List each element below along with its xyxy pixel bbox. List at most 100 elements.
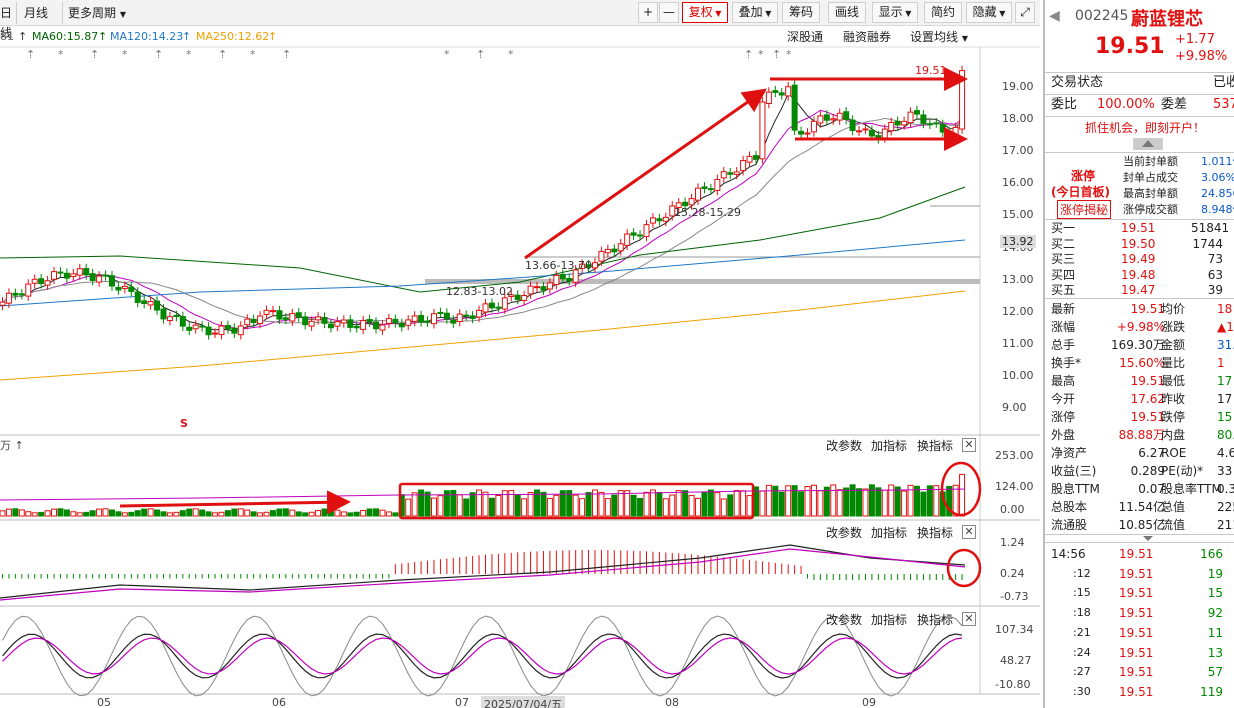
switch-indicator-button[interactable]: 换指标 <box>917 437 953 454</box>
volume-bar <box>836 489 843 517</box>
candle-body <box>205 326 212 336</box>
volume-arrow <box>119 490 351 515</box>
bid-label: 买一 <box>1051 221 1076 235</box>
stat-value: 19.51 <box>1130 410 1165 424</box>
volume-bar <box>199 509 206 517</box>
volume-bar <box>830 484 837 517</box>
collapse-toggle-icon[interactable] <box>1133 138 1163 150</box>
volume-bar <box>540 491 547 517</box>
stat-value: 18 <box>1217 302 1233 316</box>
add-indicator-button[interactable]: 加指标 <box>871 437 907 454</box>
tick-time: :18 <box>1073 606 1091 620</box>
volume-bar <box>482 491 489 517</box>
volume-bar <box>701 491 708 517</box>
tick-price: 19.51 <box>1119 645 1154 660</box>
stock-app: { "toolbar":{ "left":["日线","月线","更多周期"],… <box>0 0 1234 708</box>
volume-bar <box>959 473 966 517</box>
stat-label: 涨跌 <box>1161 320 1186 334</box>
tick-time: :27 <box>1073 665 1091 679</box>
volume-bar <box>714 492 721 517</box>
volume-bar <box>695 497 702 517</box>
volume-bar <box>643 491 650 517</box>
stat-value: 19.51 <box>1130 302 1165 316</box>
candle-body <box>257 315 264 324</box>
volume-bar <box>823 486 830 517</box>
volume-bar <box>57 508 64 517</box>
close-icon[interactable]: ✕ <box>962 525 976 539</box>
volume-bar <box>302 512 309 517</box>
volume-bar <box>778 491 785 517</box>
candle-body <box>0 301 6 306</box>
volume-bar <box>527 492 534 517</box>
candle-body <box>463 314 470 317</box>
stock-name: 蔚蓝锂芯 <box>1131 9 1203 30</box>
candle-body <box>952 126 959 140</box>
stat-label: 流值 <box>1161 518 1186 532</box>
price-tick-label: 16.00 <box>1002 176 1034 190</box>
switch-indicator-button[interactable]: 换指标 <box>917 611 953 628</box>
candle-body <box>476 309 483 318</box>
candle-body <box>327 323 334 329</box>
candle-body <box>224 324 231 330</box>
add-indicator-button[interactable]: 加指标 <box>871 524 907 541</box>
bid-price: 19.49 <box>1121 252 1156 266</box>
volume-bar <box>276 508 283 517</box>
candle-body <box>108 275 115 287</box>
volume-bar <box>18 509 25 517</box>
candle-body <box>192 324 199 330</box>
volume-bar <box>218 511 225 517</box>
close-icon[interactable]: ✕ <box>962 438 976 452</box>
kline-chart[interactable] <box>0 0 1040 708</box>
stat-label: 股息TTM <box>1051 482 1100 496</box>
stat-value: 0.289 <box>1130 464 1165 478</box>
candle-body <box>501 297 508 310</box>
candle-body <box>546 282 553 290</box>
volume-bar <box>469 492 476 517</box>
tick-volume: 57 <box>1207 665 1223 680</box>
gap-label-1: 15.28-15.29 <box>674 206 741 219</box>
edit-params-button[interactable]: 改参数 <box>826 437 862 454</box>
stat-label: 最低 <box>1161 374 1186 388</box>
volume-bar <box>759 490 766 517</box>
volume-bar <box>38 511 45 517</box>
stat-label: 最新 <box>1051 302 1076 316</box>
volume-bar <box>353 511 360 517</box>
add-indicator-button[interactable]: 加指标 <box>871 611 907 628</box>
open-account-link[interactable]: 抓住机会，即刻开户！ <box>1085 119 1205 136</box>
stat-label: ROE <box>1161 446 1187 460</box>
candle-body <box>315 316 322 321</box>
candle-body <box>604 248 611 254</box>
volume-bar <box>147 508 154 517</box>
candle-body <box>939 124 946 133</box>
candle-body <box>218 325 225 336</box>
volume-bar <box>327 508 334 517</box>
top-price-label: 19.51 <box>915 64 947 77</box>
event-marker-icon: ⇡ <box>26 48 36 61</box>
volume-bar <box>186 508 193 517</box>
candle-body <box>83 268 90 276</box>
ratio-row: 委比 100.00% 委差 537 <box>1051 97 1234 112</box>
edit-params-button[interactable]: 改参数 <box>826 524 862 541</box>
candle-body <box>424 320 431 323</box>
stat-value: 1 <box>1217 356 1225 370</box>
gap-label-2: 13.66-13.70 <box>525 259 592 272</box>
tick-price: 19.51 <box>1119 625 1154 640</box>
candle-body <box>353 325 360 329</box>
candle-body <box>154 300 161 311</box>
limit-stat-label: 封单占成交 <box>1123 171 1178 184</box>
gap-label-3: 12.83-13.02 <box>446 285 513 298</box>
back-arrow-icon[interactable]: ◀ <box>1049 8 1060 24</box>
volume-bar <box>411 492 418 517</box>
limit-up-reveal-button[interactable]: 涨停揭秘 <box>1057 200 1112 219</box>
edit-params-button[interactable]: 改参数 <box>826 611 862 628</box>
price-tick-label: 13.00 <box>1002 272 1034 286</box>
volume-bar <box>96 508 103 517</box>
close-icon[interactable]: ✕ <box>962 612 976 626</box>
candle-body <box>392 318 399 324</box>
volume-bar <box>514 494 521 517</box>
switch-indicator-button[interactable]: 换指标 <box>917 524 953 541</box>
candle-body <box>733 171 740 175</box>
candle-body <box>443 312 450 320</box>
stat-label: 昨收 <box>1161 392 1186 406</box>
date-label: 2025/07/04/五 <box>481 696 566 708</box>
